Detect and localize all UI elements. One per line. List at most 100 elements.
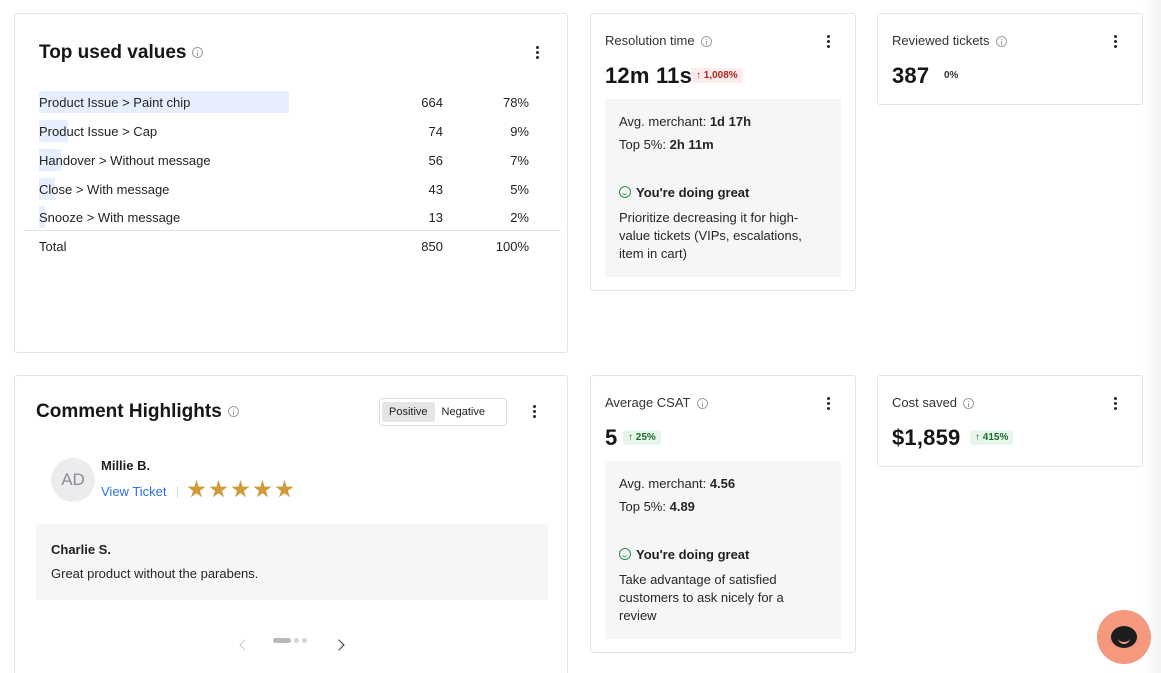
reviewed-tickets-card: Reviewed tickets 387 0% xyxy=(877,13,1143,105)
row-percent: 78% xyxy=(502,95,529,110)
status-text: You're doing great xyxy=(636,547,750,562)
average-csat-card: Average CSAT 5 ↑ 25% Avg. merchant: 4.56… xyxy=(590,375,856,653)
info-icon[interactable] xyxy=(227,406,239,418)
tab-positive[interactable]: Positive xyxy=(382,402,435,422)
info-icon[interactable] xyxy=(696,398,708,410)
table-row: Product Issue > Paint chip 664 78% xyxy=(39,91,539,113)
row-label: Close > With message xyxy=(39,182,170,197)
metric-label: Average CSAT xyxy=(605,395,708,410)
comment-highlights-card: Comment Highlights Positive Negative AD … xyxy=(14,375,568,673)
chevron-right-icon[interactable] xyxy=(333,639,345,651)
card-title: Comment Highlights xyxy=(36,401,239,423)
arrow-up-icon: ↑ xyxy=(628,432,636,443)
kebab-menu-icon[interactable] xyxy=(527,42,547,62)
cost-saved-card: Cost saved $1,859 ↑ 415% xyxy=(877,375,1143,467)
comment-highlights-title: Comment Highlights xyxy=(36,401,222,422)
row-percent: 7% xyxy=(510,153,529,168)
top5-label: Top 5%: xyxy=(619,499,666,514)
change-value: 25% xyxy=(635,432,656,443)
change-value: 415% xyxy=(982,432,1009,443)
row-label: Product Issue > Cap xyxy=(39,124,158,139)
info-icon[interactable] xyxy=(700,36,712,48)
status-text: You're doing great xyxy=(636,185,750,200)
kebab-menu-icon[interactable] xyxy=(524,401,544,421)
kebab-menu-icon[interactable] xyxy=(818,31,838,51)
total-count: 850 xyxy=(421,239,443,254)
metric-label: Reviewed tickets xyxy=(892,33,1007,48)
row-count: 13 xyxy=(428,210,443,225)
top5-value: 4.89 xyxy=(669,499,695,514)
kebab-menu-icon[interactable] xyxy=(1105,393,1125,413)
total-percent: 100% xyxy=(495,239,529,254)
scroll-edge-shadow xyxy=(1143,0,1161,673)
advice-text: Take advantage of satisfied customers to… xyxy=(619,572,784,623)
avatar: AD xyxy=(51,458,95,502)
info-icon[interactable] xyxy=(192,47,204,59)
star-icon xyxy=(209,480,228,498)
star-icon xyxy=(187,480,206,498)
average-csat-label: Average CSAT xyxy=(605,395,691,410)
top-used-values-card: Top used values Product Issue > Paint ch… xyxy=(14,13,568,353)
smile-icon xyxy=(619,548,631,560)
star-rating xyxy=(187,480,294,499)
metric-value: 387 xyxy=(892,63,930,88)
row-count: 56 xyxy=(428,153,443,168)
row-label: Product Issue > Paint chip xyxy=(39,95,191,110)
chat-icon xyxy=(1111,626,1137,648)
arrow-up-icon: ↑ xyxy=(696,70,704,81)
change-value: 1,008% xyxy=(703,70,738,81)
info-icon[interactable] xyxy=(995,36,1007,48)
avg-merchant-value: 1d 17h xyxy=(709,114,752,129)
metric-value: 5 xyxy=(605,425,618,450)
kebab-menu-icon[interactable] xyxy=(1105,31,1125,51)
change-badge: ↑ 1,008% xyxy=(691,68,743,83)
benchmark-panel: Avg. merchant: 4.56 Top 5%: 4.89 You're … xyxy=(605,461,841,639)
divider xyxy=(177,486,178,498)
carousel-dot[interactable] xyxy=(294,638,299,643)
row-count: 74 xyxy=(428,124,443,139)
table-row: Snooze > With message 13 2% xyxy=(39,206,539,228)
carousel-dot[interactable] xyxy=(302,638,307,643)
tab-negative[interactable]: Negative xyxy=(435,402,492,422)
top5-label: Top 5%: xyxy=(619,137,666,152)
metric-label: Resolution time xyxy=(605,33,712,48)
row-count: 43 xyxy=(428,182,443,197)
row-label: Handover > Without message xyxy=(39,153,211,168)
chat-launcher-button[interactable] xyxy=(1097,610,1151,664)
sentiment-toggle: Positive Negative xyxy=(379,398,507,426)
row-label: Snooze > With message xyxy=(39,210,181,225)
table-row: Close > With message 43 5% xyxy=(39,178,539,200)
carousel-dots xyxy=(273,638,310,643)
top-used-values-title: Top used values xyxy=(39,42,187,63)
change-badge: ↑ 25% xyxy=(623,430,661,445)
avg-merchant-value: 4.56 xyxy=(709,476,736,491)
comment-text: Great product without the parabens. xyxy=(51,566,259,581)
advice-text: Prioritize decreasing it for high-value … xyxy=(619,210,802,261)
table-row: Product Issue > Cap 74 9% xyxy=(39,120,539,142)
carousel-dot-active[interactable] xyxy=(273,638,291,643)
total-label: Total xyxy=(39,239,67,254)
row-percent: 5% xyxy=(510,182,529,197)
divider xyxy=(23,230,561,231)
card-title: Top used values xyxy=(39,42,204,64)
star-icon xyxy=(275,480,294,498)
info-icon[interactable] xyxy=(963,398,975,410)
star-icon xyxy=(231,480,250,498)
reviewed-tickets-label: Reviewed tickets xyxy=(892,33,990,48)
view-ticket-link[interactable]: View Ticket xyxy=(101,484,167,499)
row-percent: 9% xyxy=(510,124,529,139)
reviewer-name: Millie B. xyxy=(101,458,151,473)
comment-box: Charlie S. Great product without the par… xyxy=(36,524,548,600)
metric-label: Cost saved xyxy=(892,395,975,410)
cost-saved-label: Cost saved xyxy=(892,395,958,410)
chevron-left-icon[interactable] xyxy=(239,639,251,651)
benchmark-panel: Avg. merchant: 1d 17h Top 5%: 2h 11m You… xyxy=(605,99,841,277)
metric-value: 12m 11s xyxy=(605,63,693,88)
row-count: 664 xyxy=(421,95,443,110)
kebab-menu-icon[interactable] xyxy=(818,393,838,413)
avg-merchant-label: Avg. merchant: xyxy=(619,476,707,491)
resolution-time-card: Resolution time 12m 11s ↑ 1,008% Avg. me… xyxy=(590,13,856,291)
comment-author: Charlie S. xyxy=(51,542,111,557)
row-percent: 2% xyxy=(510,210,529,225)
arrow-up-icon: ↑ xyxy=(975,432,983,443)
